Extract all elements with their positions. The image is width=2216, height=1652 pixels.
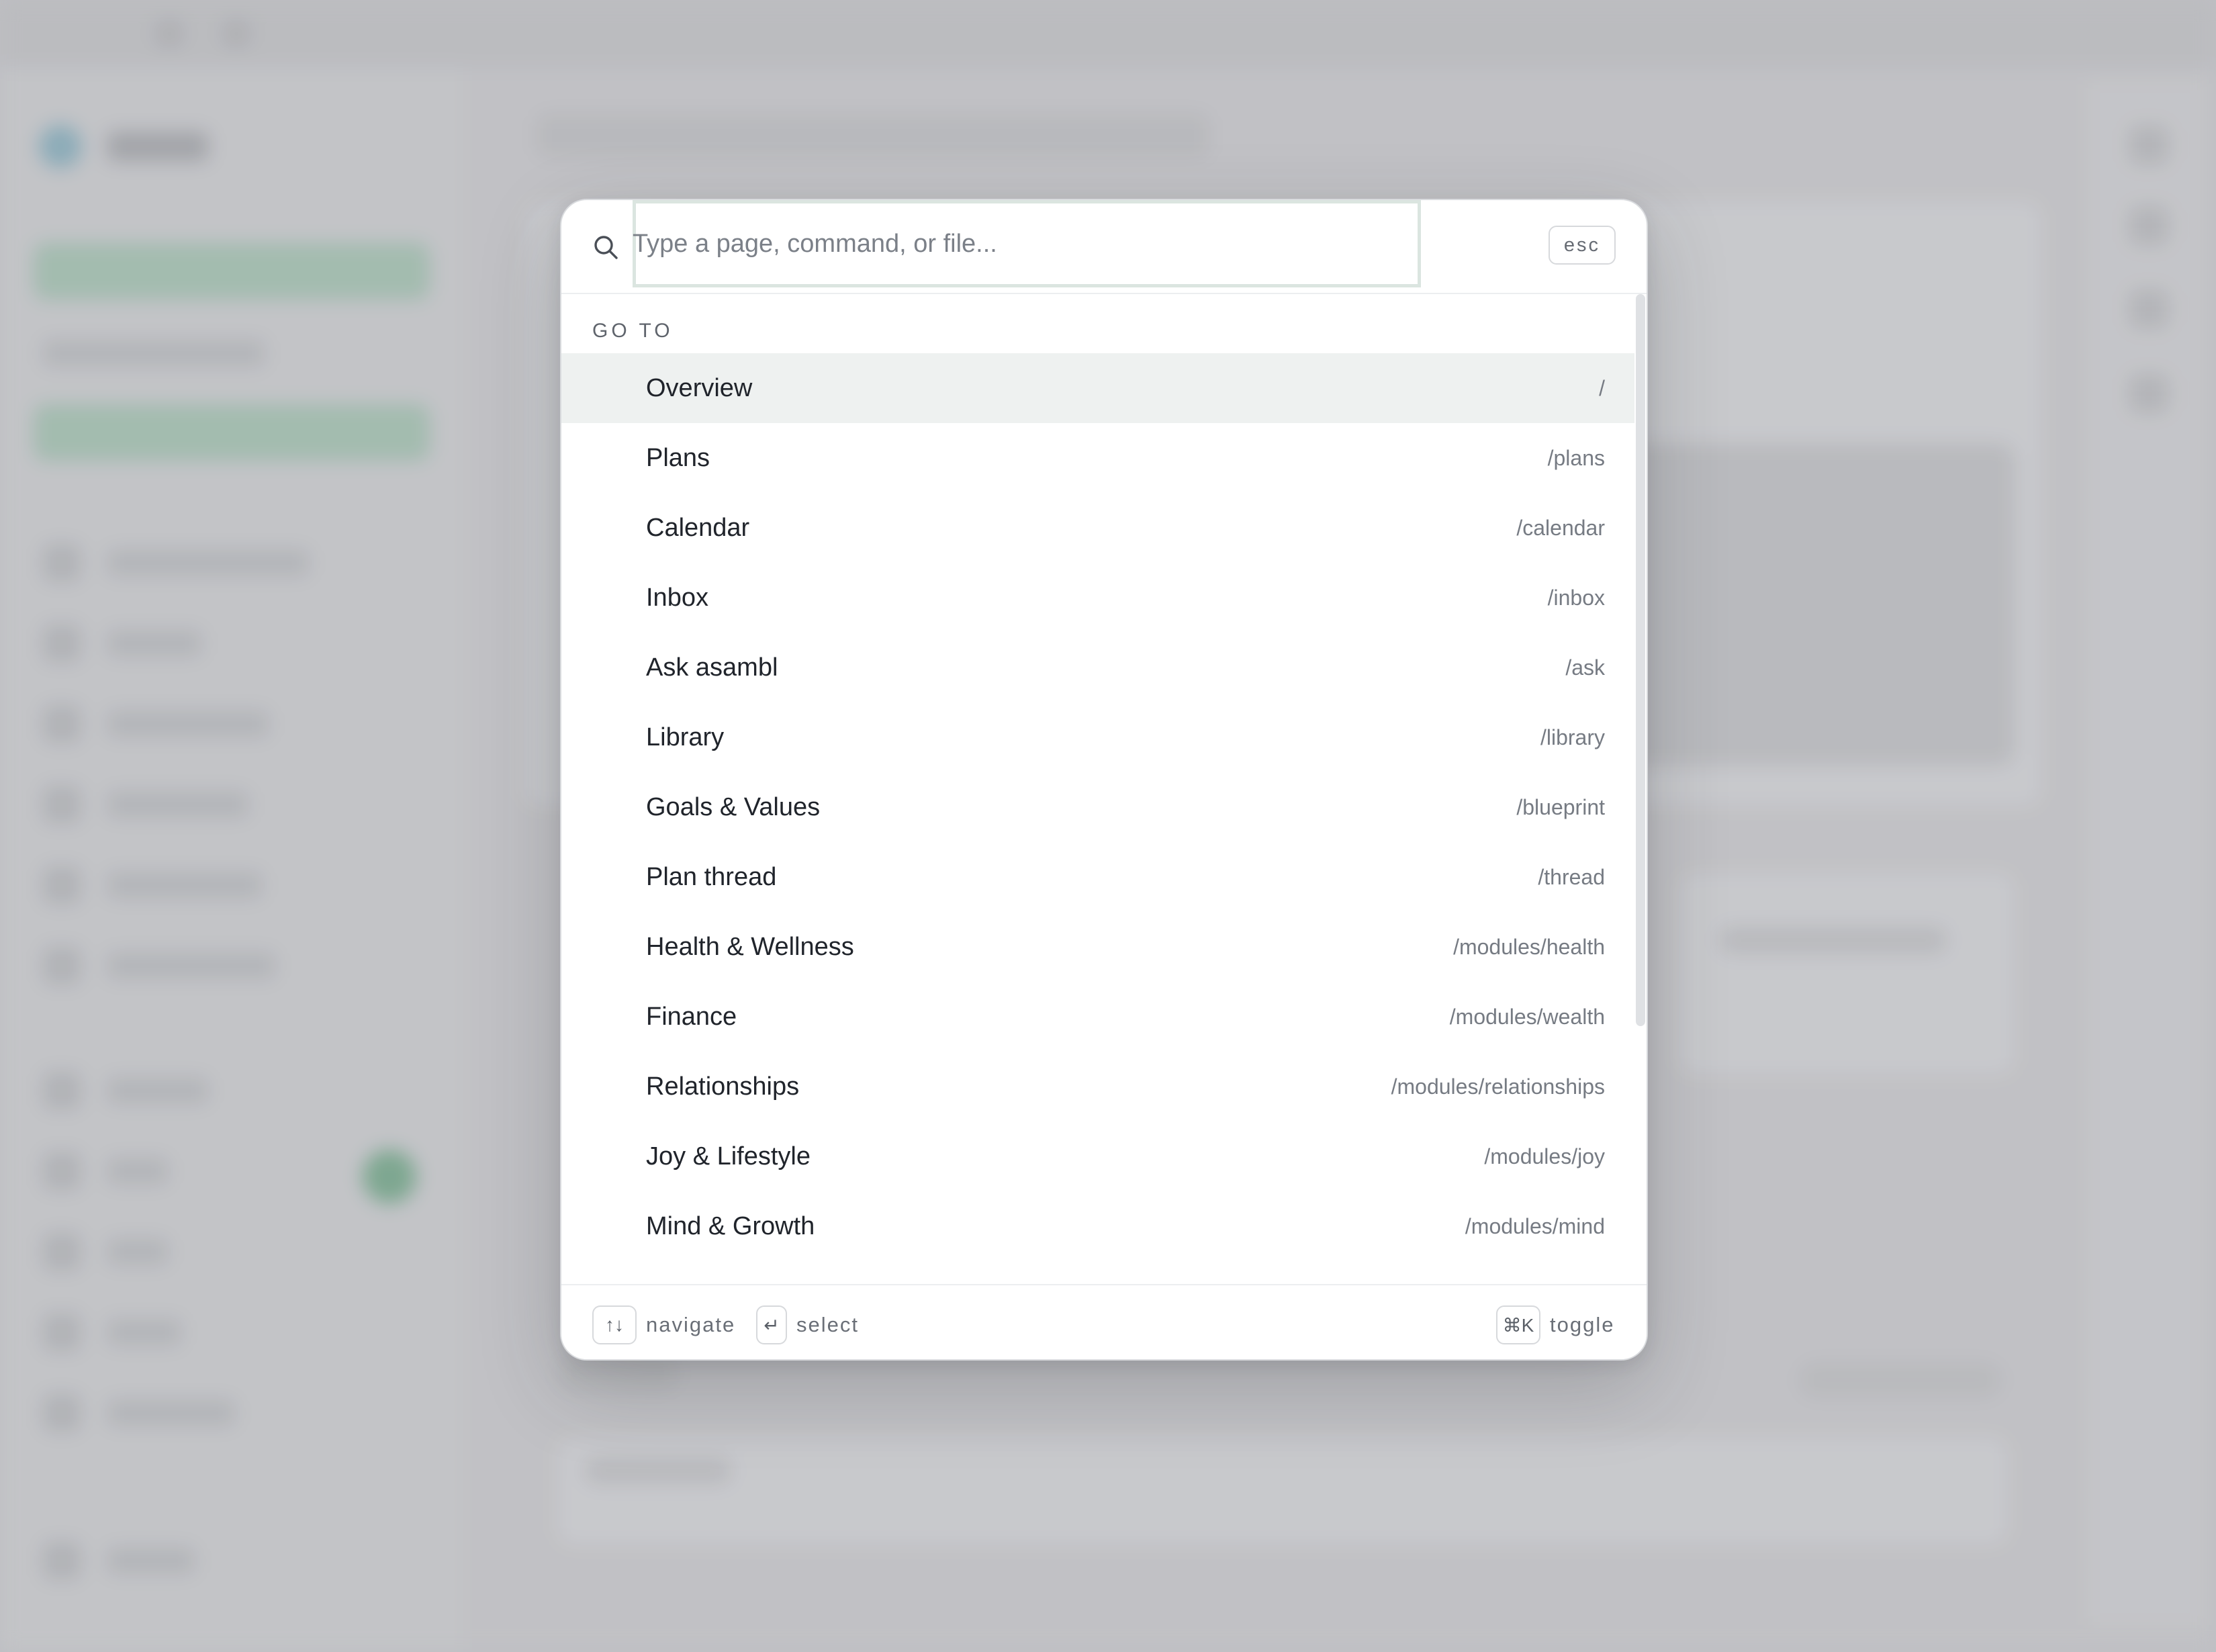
- command-item-path: /modules/health: [1453, 935, 1605, 959]
- search-icon: [594, 236, 618, 259]
- command-item-path: /ask: [1565, 655, 1605, 680]
- command-search-input[interactable]: [633, 200, 1421, 287]
- command-item-label: Plans: [646, 444, 710, 472]
- search-row: esc: [561, 200, 1647, 294]
- command-item-label: Calendar: [646, 514, 750, 542]
- command-item-path: /modules/relationships: [1391, 1074, 1605, 1099]
- command-item-finance[interactable]: Finance /modules/wealth: [561, 982, 1634, 1052]
- navigate-hint: navigate: [646, 1313, 736, 1336]
- command-item-relationships[interactable]: Relationships /modules/relationships: [561, 1052, 1634, 1121]
- command-item-library[interactable]: Library /library: [561, 702, 1634, 772]
- command-item-path: /modules/joy: [1484, 1144, 1605, 1168]
- esc-key-hint[interactable]: esc: [1549, 226, 1616, 265]
- list-scrollbar[interactable]: [1636, 294, 1645, 1026]
- command-item-path: /blueprint: [1516, 795, 1605, 819]
- command-item-path: /thread: [1538, 865, 1605, 889]
- command-item-label: Overview: [646, 374, 753, 402]
- command-k-key-icon: ⌘K: [1496, 1305, 1540, 1344]
- command-item-label: Relationships: [646, 1072, 800, 1101]
- select-hint: select: [796, 1313, 859, 1336]
- command-item-calendar[interactable]: Calendar /calendar: [561, 493, 1634, 563]
- command-palette: esc GO TO Overview / Plans /plans Calend…: [560, 199, 1648, 1361]
- command-item-label: Finance: [646, 1003, 737, 1031]
- navigate-key-icon: ↑↓: [592, 1305, 637, 1344]
- command-item-label: Goals & Values: [646, 793, 821, 821]
- command-item-plan-thread[interactable]: Plan thread /thread: [561, 842, 1634, 912]
- command-item-health-wellness[interactable]: Health & Wellness /modules/health: [561, 912, 1634, 982]
- command-item-path: /plans: [1547, 446, 1605, 470]
- command-item-path: /: [1599, 376, 1605, 400]
- command-item-goals-values[interactable]: Goals & Values /blueprint: [561, 772, 1634, 842]
- command-item-inbox[interactable]: Inbox /inbox: [561, 563, 1634, 633]
- palette-footer: ↑↓ navigate ↵ select ⌘K toggle: [561, 1284, 1647, 1359]
- command-item-label: Plan thread: [646, 863, 777, 891]
- command-item-plans[interactable]: Plans /plans: [561, 423, 1634, 493]
- command-item-label: Health & Wellness: [646, 933, 854, 961]
- toggle-hint: toggle: [1550, 1313, 1615, 1336]
- command-item-path: /calendar: [1516, 516, 1605, 540]
- section-label-go-to: GO TO: [592, 320, 674, 342]
- command-item-label: Ask asambl: [646, 653, 778, 682]
- command-item-ask[interactable]: Ask asambl /ask: [561, 633, 1634, 702]
- command-item-path: /library: [1540, 725, 1605, 749]
- command-item-path: /inbox: [1547, 586, 1605, 610]
- command-item-path: /modules/mind: [1465, 1214, 1605, 1238]
- command-item-label: Library: [646, 723, 725, 751]
- enter-key-icon: ↵: [756, 1305, 787, 1344]
- command-item-label: Mind & Growth: [646, 1212, 815, 1240]
- command-item-label: Joy & Lifestyle: [646, 1142, 811, 1171]
- command-item-label: Inbox: [646, 584, 708, 612]
- command-item-path: /modules/wealth: [1449, 1005, 1605, 1029]
- command-item-overview[interactable]: Overview /: [561, 353, 1634, 423]
- command-item-joy-lifestyle[interactable]: Joy & Lifestyle /modules/joy: [561, 1121, 1634, 1191]
- command-item-mind-growth[interactable]: Mind & Growth /modules/mind: [561, 1191, 1634, 1261]
